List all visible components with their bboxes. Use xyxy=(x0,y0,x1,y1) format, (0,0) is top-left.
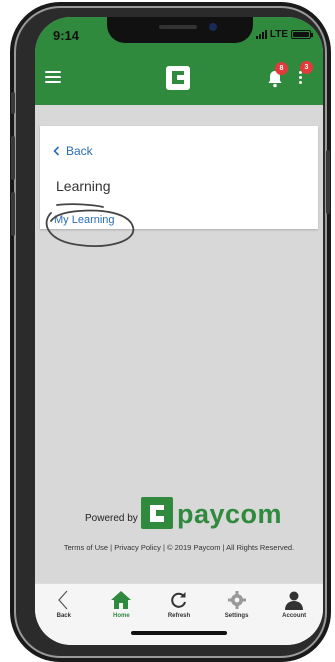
back-link-label: Back xyxy=(66,144,93,158)
copyright-text: © 2019 Paycom | All Rights Reserved. xyxy=(167,543,295,552)
home-indicator xyxy=(131,631,227,635)
refresh-icon xyxy=(171,592,186,608)
hamburger-menu-icon[interactable] xyxy=(45,71,61,83)
volume-up-button xyxy=(11,136,15,180)
back-link[interactable]: Back xyxy=(53,144,93,158)
device-notch xyxy=(107,17,253,43)
tab-home-label: Home xyxy=(113,613,130,619)
home-icon xyxy=(111,591,132,609)
volume-down-button xyxy=(11,192,15,236)
earpiece xyxy=(159,25,197,29)
power-button xyxy=(326,150,330,214)
paycom-brand-icon xyxy=(141,497,173,529)
more-options-icon[interactable]: 3 xyxy=(297,61,313,87)
gear-icon xyxy=(227,591,246,609)
app-screen: 9:14 LTE 8 3 Back Learning My Learning P… xyxy=(35,17,323,645)
notifications-badge: 8 xyxy=(275,62,288,75)
notifications-bell-icon[interactable]: 8 xyxy=(267,62,288,88)
status-bar: 9:14 LTE xyxy=(35,17,323,53)
battery-icon xyxy=(291,30,313,39)
tab-refresh-label: Refresh xyxy=(167,613,191,619)
chevron-left-icon xyxy=(53,146,60,156)
tab-settings-label: Settings xyxy=(224,613,249,619)
legal-footer: Terms of Use | Privacy Policy | © 2019 P… xyxy=(63,543,295,552)
chevron-left-icon xyxy=(57,590,68,610)
front-camera xyxy=(209,23,217,31)
hand-drawn-circle-annotation xyxy=(45,203,135,247)
page-title: Learning xyxy=(56,178,111,194)
terms-of-use-link[interactable]: Terms of Use xyxy=(64,543,108,552)
more-options-badge: 3 xyxy=(300,61,313,74)
tab-account[interactable]: Account xyxy=(269,584,319,630)
app-header: 8 3 xyxy=(35,53,323,105)
status-indicators: LTE xyxy=(255,29,313,40)
status-time: 9:14 xyxy=(53,28,80,43)
tab-home[interactable]: Home xyxy=(96,584,146,630)
signal-icon xyxy=(255,30,267,39)
powered-by-label: Powered by xyxy=(85,513,138,524)
bottom-tab-bar: Back Home Refresh Settings Account xyxy=(35,583,323,645)
tab-account-label: Account xyxy=(282,613,307,619)
tab-back[interactable]: Back xyxy=(39,584,89,630)
network-type: LTE xyxy=(269,29,288,40)
mute-switch xyxy=(11,92,15,114)
privacy-policy-link[interactable]: Privacy Policy xyxy=(114,543,161,552)
paycom-wordmark: paycom xyxy=(177,499,283,529)
app-screenshot: 9:14 LTE 8 3 Back Learning My Learning P… xyxy=(0,0,335,662)
tab-back-label: Back xyxy=(56,613,71,619)
tab-refresh[interactable]: Refresh xyxy=(154,584,204,630)
navigation-card: Back Learning My Learning xyxy=(40,126,318,247)
user-icon xyxy=(285,591,304,610)
paycom-logo-icon[interactable] xyxy=(166,66,190,90)
powered-by-section: Powered by paycom xyxy=(35,495,323,535)
tab-settings[interactable]: Settings xyxy=(212,584,262,630)
